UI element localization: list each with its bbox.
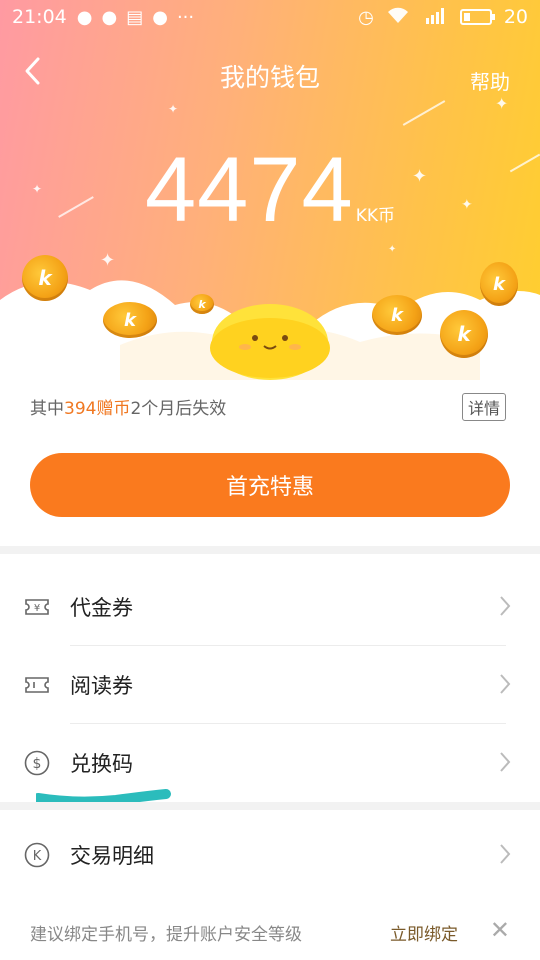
gift-amount: 394赠币 [64, 399, 131, 419]
menu-label: 代金券 [70, 596, 133, 620]
svg-text:$: $ [33, 756, 42, 772]
status-bar: 21:04 ● ● ▤ ● ··· ◷ 20 [0, 0, 540, 34]
menu-item-transactions[interactable]: K 交易明细 [0, 816, 540, 894]
message-icon: ● [76, 6, 93, 28]
light-streak [402, 100, 446, 126]
help-link[interactable]: 帮助 [470, 66, 510, 95]
battery-level: 20 [503, 6, 528, 28]
coin-icon: k [372, 295, 422, 335]
coin-icon: k [480, 262, 518, 306]
coin-icon: k [440, 310, 488, 358]
page-title: 我的钱包 [219, 63, 320, 92]
section-divider [0, 802, 540, 810]
bind-phone-banner: 建议绑定手机号，提升账户安全等级 立即绑定 ✕ [0, 900, 540, 960]
gift-coin-info: 其中394赠币2个月后失效 [30, 394, 226, 419]
close-icon[interactable]: ✕ [490, 916, 510, 944]
bind-now-link[interactable]: 立即绑定 [390, 920, 458, 945]
bubble-icon: ● [152, 6, 168, 28]
gift-prefix: 其中 [30, 399, 64, 419]
dollar-circle-icon: $ [24, 750, 50, 776]
balance-amount: 4474 [145, 139, 354, 241]
book-icon: ▤ [126, 6, 144, 28]
more-icon: ··· [176, 6, 195, 28]
menu-label: 兑换码 [70, 752, 133, 776]
k-circle-icon: K [24, 842, 50, 868]
gift-suffix: 2个月后失效 [130, 399, 227, 419]
balance-unit: KK币 [355, 206, 395, 226]
chevron-right-icon [500, 674, 511, 694]
balance-display: 4474 KK币 [0, 138, 540, 243]
menu-label: 交易明细 [70, 844, 154, 868]
coin-icon: k [190, 294, 214, 314]
wifi-icon [386, 6, 410, 29]
first-recharge-button[interactable]: 首充特惠 [30, 453, 510, 517]
ticket-icon [25, 677, 49, 693]
battery-icon [459, 9, 495, 25]
section-divider [0, 546, 540, 554]
chevron-right-icon [500, 844, 511, 864]
details-button[interactable]: 详情 [461, 393, 506, 421]
svg-text:K: K [33, 849, 42, 864]
svg-text:¥: ¥ [34, 603, 40, 614]
chat-icon: ● [101, 6, 118, 28]
menu-item-voucher[interactable]: ¥ 代金券 [0, 568, 540, 646]
chevron-right-icon [500, 752, 511, 772]
nav-bar: 我的钱包 帮助 [0, 50, 540, 100]
chevron-right-icon [500, 596, 511, 616]
voucher-icon: ¥ [25, 599, 49, 615]
coin-icon: k [22, 255, 68, 301]
menu-item-reading-ticket[interactable]: 阅读券 [0, 646, 540, 724]
menu-label: 阅读券 [70, 674, 133, 698]
sparkle-icon: ✦ [168, 102, 179, 116]
status-time: 21:04 [12, 6, 67, 28]
coin-icon: k [103, 302, 157, 338]
bind-tip-text: 建议绑定手机号，提升账户安全等级 [30, 925, 302, 945]
signal-icon [422, 6, 448, 29]
alarm-icon: ◷ [358, 6, 374, 28]
wallet-header: ✦ ✦ ✦ ✦ ✦ ✦ ✦ 21:04 ● ● ▤ ● ··· ◷ 20 我的钱… [0, 0, 540, 380]
